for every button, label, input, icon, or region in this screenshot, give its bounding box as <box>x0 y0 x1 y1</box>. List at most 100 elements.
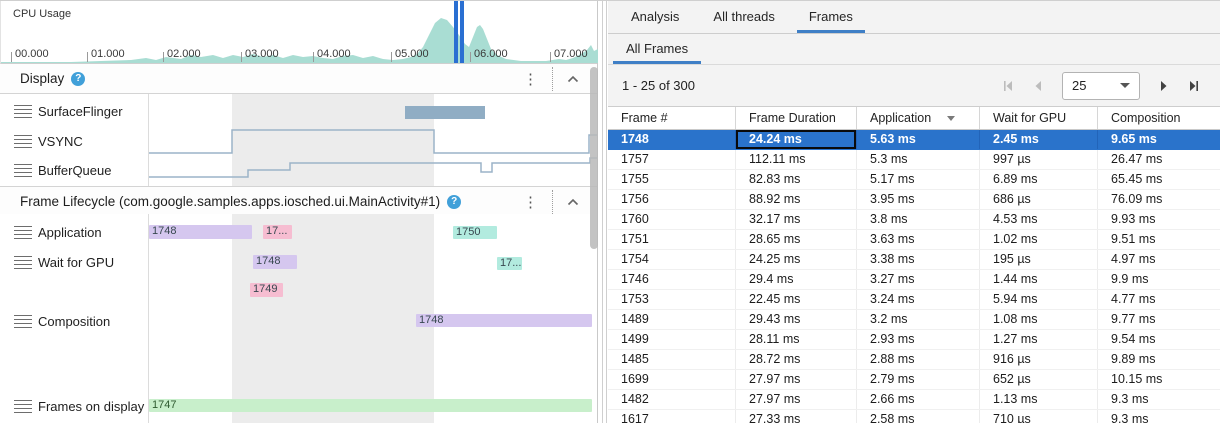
table-cell[interactable]: 9.93 ms <box>1098 210 1220 229</box>
tab-analysis[interactable]: Analysis <box>619 1 691 33</box>
tab-all-threads[interactable]: All threads <box>701 1 786 33</box>
collapse-section-button[interactable] <box>559 196 587 208</box>
table-cell[interactable]: 65.45 ms <box>1098 170 1220 189</box>
table-cell[interactable]: 686 µs <box>980 190 1098 209</box>
table-cell[interactable]: 1.27 ms <box>980 330 1098 349</box>
frame-bar[interactable]: 1748 <box>149 225 252 239</box>
table-cell[interactable]: 9.51 ms <box>1098 230 1220 249</box>
table-cell[interactable]: 3.63 ms <box>857 230 980 249</box>
table-cell[interactable]: 1.02 ms <box>980 230 1098 249</box>
selection-range-start-line[interactable] <box>454 1 458 63</box>
table-cell[interactable]: 22.45 ms <box>736 290 857 309</box>
table-cell[interactable]: 5.17 ms <box>857 170 980 189</box>
table-cell[interactable]: 9.89 ms <box>1098 350 1220 369</box>
table-cell[interactable]: 9.3 ms <box>1098 410 1220 423</box>
frame-bar[interactable]: 1748 <box>416 314 592 327</box>
frame-bar[interactable]: 17... <box>263 225 292 239</box>
table-cell[interactable]: 1748 <box>608 130 736 149</box>
collapse-section-button[interactable] <box>559 73 587 85</box>
table-row[interactable]: 1757112.11 ms5.3 ms997 µs26.47 ms <box>608 150 1220 170</box>
table-cell[interactable]: 1751 <box>608 230 736 249</box>
next-page-button[interactable] <box>1152 74 1176 98</box>
table-cell[interactable]: 3.2 ms <box>857 310 980 329</box>
table-cell[interactable]: 1755 <box>608 170 736 189</box>
table-row[interactable]: 176032.17 ms3.8 ms4.53 ms9.93 ms <box>608 210 1220 230</box>
table-cell[interactable]: 3.95 ms <box>857 190 980 209</box>
table-cell[interactable]: 997 µs <box>980 150 1098 169</box>
table-row[interactable]: 169927.97 ms2.79 ms652 µs10.15 ms <box>608 370 1220 390</box>
table-cell[interactable]: 3.38 ms <box>857 250 980 269</box>
table-cell[interactable]: 29.43 ms <box>736 310 857 329</box>
table-cell[interactable]: 916 µs <box>980 350 1098 369</box>
table-cell[interactable]: 88.92 ms <box>736 190 857 209</box>
table-cell[interactable]: 5.63 ms <box>857 130 980 149</box>
cpu-usage-chart[interactable]: CPU Usage 00.00001.00002.00003.00004.000… <box>0 1 597 64</box>
table-cell[interactable]: 27.97 ms <box>736 390 857 409</box>
table-cell[interactable]: 27.33 ms <box>736 410 857 423</box>
table-row[interactable]: 174824.24 ms5.63 ms2.45 ms9.65 ms <box>608 130 1220 150</box>
table-cell[interactable]: 2.45 ms <box>980 130 1098 149</box>
previous-page-button[interactable] <box>1026 74 1050 98</box>
table-cell[interactable]: 24.24 ms <box>736 130 857 149</box>
table-cell[interactable]: 27.97 ms <box>736 370 857 389</box>
table-cell[interactable]: 26.47 ms <box>1098 150 1220 169</box>
page-size-dropdown[interactable]: 25 <box>1062 72 1140 100</box>
table-cell[interactable]: 4.53 ms <box>980 210 1098 229</box>
table-cell[interactable]: 3.27 ms <box>857 270 980 289</box>
table-cell[interactable]: 2.88 ms <box>857 350 980 369</box>
table-cell[interactable]: 2.66 ms <box>857 390 980 409</box>
drag-handle-icon[interactable] <box>14 226 32 239</box>
table-cell[interactable]: 3.24 ms <box>857 290 980 309</box>
more-options-icon[interactable]: ⋮ <box>515 193 546 211</box>
help-icon[interactable]: ? <box>71 72 85 86</box>
table-cell[interactable]: 1.13 ms <box>980 390 1098 409</box>
table-cell[interactable]: 112.11 ms <box>736 150 857 169</box>
table-cell[interactable]: 1.44 ms <box>980 270 1098 289</box>
table-cell[interactable]: 28.72 ms <box>736 350 857 369</box>
table-row[interactable]: 148227.97 ms2.66 ms1.13 ms9.3 ms <box>608 390 1220 410</box>
table-cell[interactable]: 1760 <box>608 210 736 229</box>
help-icon[interactable]: ? <box>447 195 461 209</box>
last-page-button[interactable] <box>1182 74 1206 98</box>
table-cell[interactable]: 1754 <box>608 250 736 269</box>
first-page-button[interactable] <box>996 74 1020 98</box>
table-cell[interactable]: 1485 <box>608 350 736 369</box>
column-header[interactable]: Frame # <box>608 107 736 129</box>
table-cell[interactable]: 710 µs <box>980 410 1098 423</box>
table-cell[interactable]: 10.15 ms <box>1098 370 1220 389</box>
table-cell[interactable]: 5.94 ms <box>980 290 1098 309</box>
column-header[interactable]: Composition <box>1098 107 1220 129</box>
table-row[interactable]: 149928.11 ms2.93 ms1.27 ms9.54 ms <box>608 330 1220 350</box>
table-cell[interactable]: 4.77 ms <box>1098 290 1220 309</box>
table-cell[interactable]: 5.3 ms <box>857 150 980 169</box>
frame-bar[interactable]: 17... <box>497 257 522 270</box>
frame-bar[interactable]: 1747 <box>149 399 592 412</box>
drag-handle-icon[interactable] <box>14 164 32 177</box>
frame-bar[interactable]: 1750 <box>453 226 497 239</box>
table-row[interactable]: 175128.65 ms3.63 ms1.02 ms9.51 ms <box>608 230 1220 250</box>
tab-frames[interactable]: Frames <box>797 1 865 33</box>
column-header[interactable]: Frame Duration <box>736 107 857 129</box>
table-cell[interactable]: 2.93 ms <box>857 330 980 349</box>
table-cell[interactable]: 2.58 ms <box>857 410 980 423</box>
table-cell[interactable]: 1753 <box>608 290 736 309</box>
table-cell[interactable]: 1617 <box>608 410 736 423</box>
panel-splitter[interactable] <box>598 1 608 423</box>
table-row[interactable]: 175582.83 ms5.17 ms6.89 ms65.45 ms <box>608 170 1220 190</box>
table-cell[interactable]: 4.97 ms <box>1098 250 1220 269</box>
table-row[interactable]: 161727.33 ms2.58 ms710 µs9.3 ms <box>608 410 1220 423</box>
table-cell[interactable]: 3.8 ms <box>857 210 980 229</box>
table-cell[interactable]: 28.65 ms <box>736 230 857 249</box>
table-cell[interactable]: 1499 <box>608 330 736 349</box>
table-cell[interactable]: 652 µs <box>980 370 1098 389</box>
table-cell[interactable]: 2.79 ms <box>857 370 980 389</box>
table-row[interactable]: 148528.72 ms2.88 ms916 µs9.89 ms <box>608 350 1220 370</box>
table-cell[interactable]: 1757 <box>608 150 736 169</box>
column-header[interactable]: Wait for GPU <box>980 107 1098 129</box>
table-cell[interactable]: 32.17 ms <box>736 210 857 229</box>
drag-handle-icon[interactable] <box>14 256 32 269</box>
table-row[interactable]: 148929.43 ms3.2 ms1.08 ms9.77 ms <box>608 310 1220 330</box>
table-row[interactable]: 175322.45 ms3.24 ms5.94 ms4.77 ms <box>608 290 1220 310</box>
table-cell[interactable]: 1482 <box>608 390 736 409</box>
table-row[interactable]: 174629.4 ms3.27 ms1.44 ms9.9 ms <box>608 270 1220 290</box>
